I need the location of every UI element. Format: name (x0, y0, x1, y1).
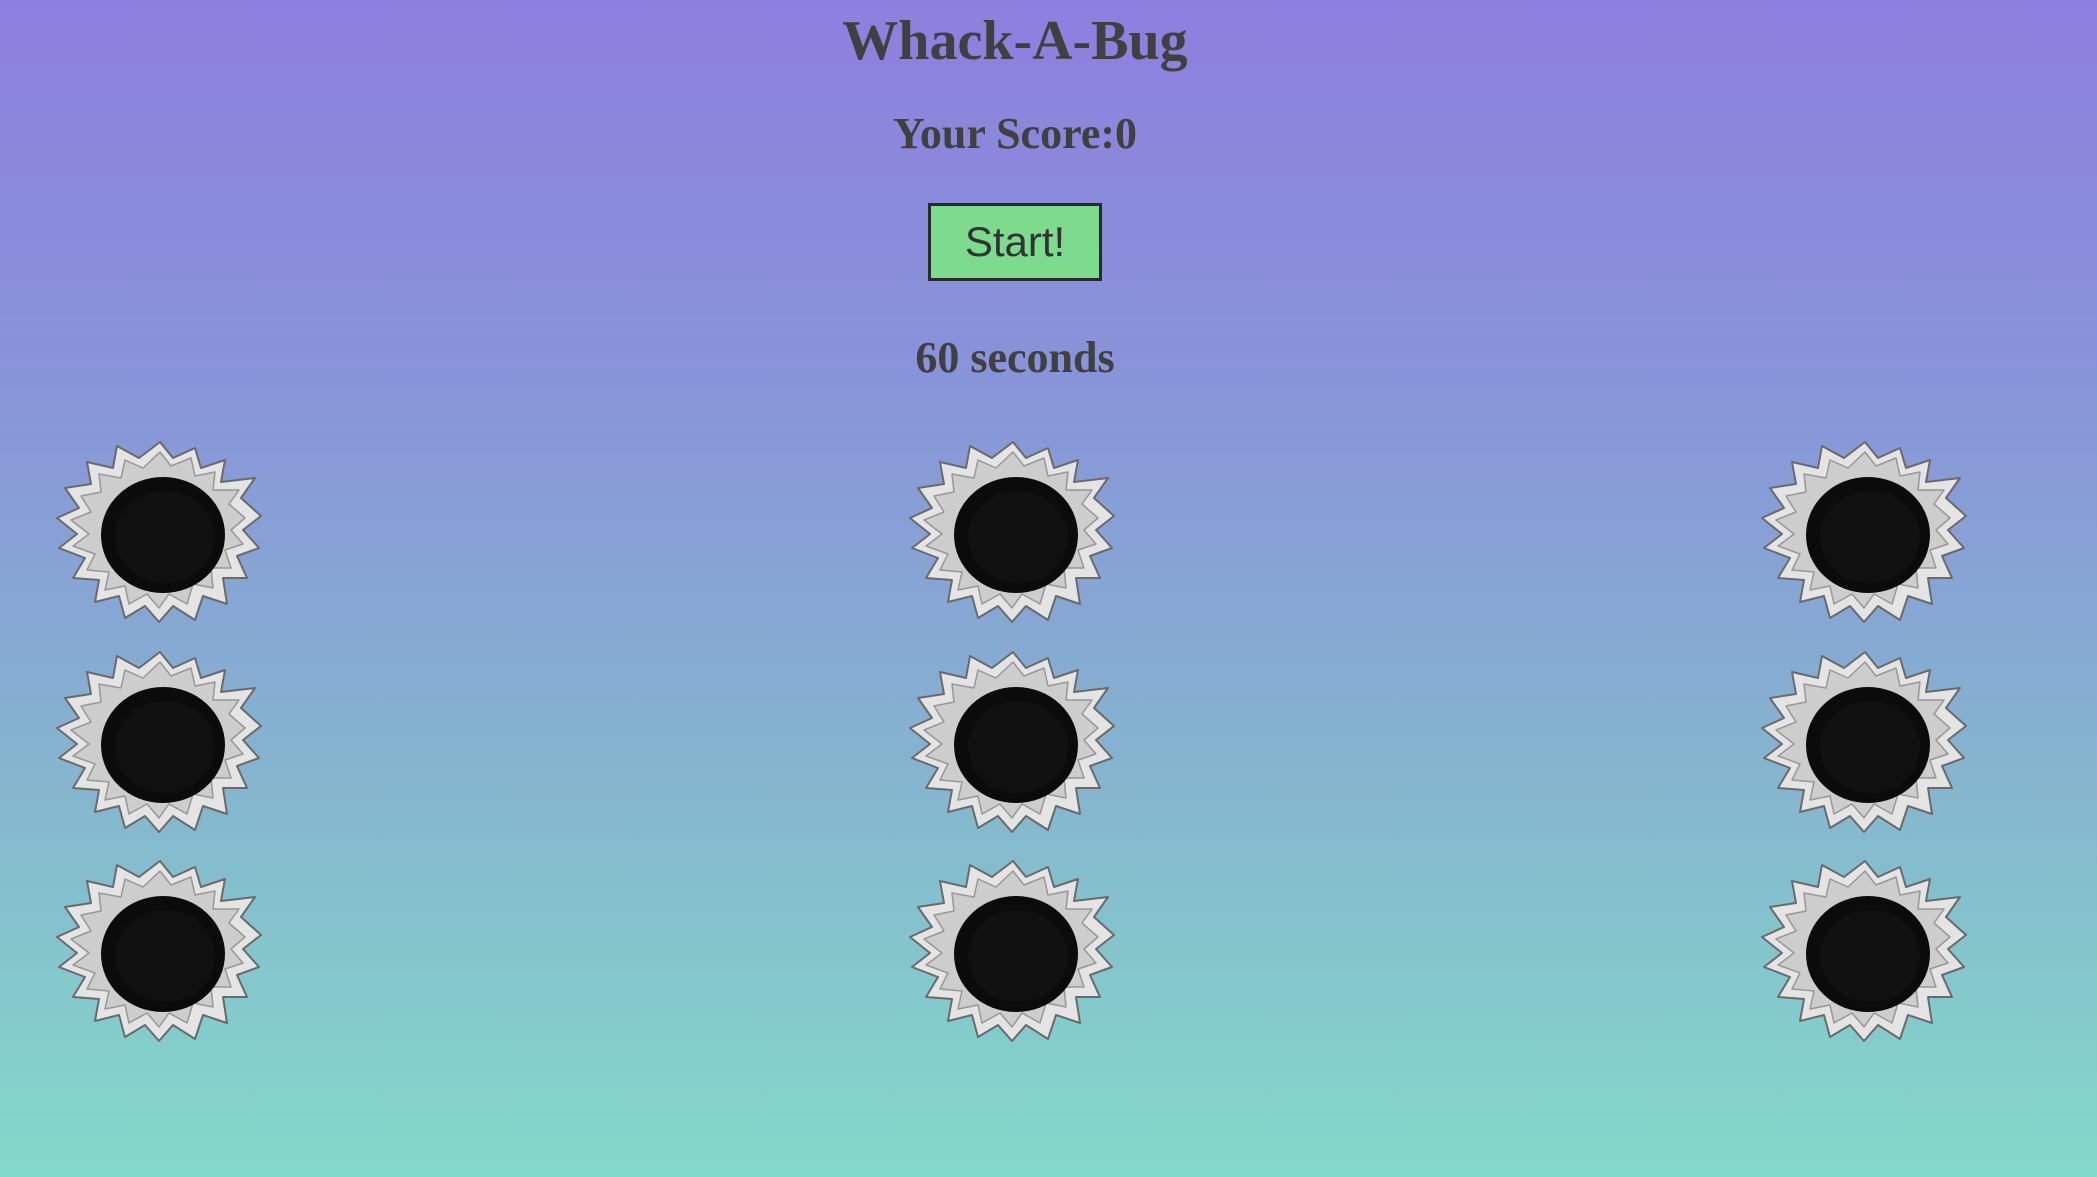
hole-image (56, 860, 262, 1042)
mole-hole[interactable] (908, 648, 1118, 834)
hole-image (1761, 441, 1967, 623)
hole-image (909, 651, 1115, 833)
hole-image (909, 441, 1115, 623)
mole-hole[interactable] (55, 857, 265, 1043)
mole-hole[interactable] (1760, 648, 1970, 834)
start-button[interactable]: Start! (928, 203, 1102, 281)
hole-image (56, 441, 262, 623)
score-display: Your Score:0 (892, 109, 1138, 158)
mole-hole[interactable] (1760, 857, 1970, 1043)
hole-image (56, 651, 262, 833)
hole-image (1761, 860, 1967, 1042)
mole-hole[interactable] (908, 438, 1118, 624)
hole-image (1761, 651, 1967, 833)
timer-display: 60 seconds (915, 333, 1115, 382)
mole-hole[interactable] (55, 438, 265, 624)
mole-hole[interactable] (1760, 438, 1970, 624)
mole-hole[interactable] (55, 648, 265, 834)
mole-hole[interactable] (908, 857, 1118, 1043)
hole-image (909, 860, 1115, 1042)
game-title: Whack-A-Bug (842, 10, 1188, 72)
